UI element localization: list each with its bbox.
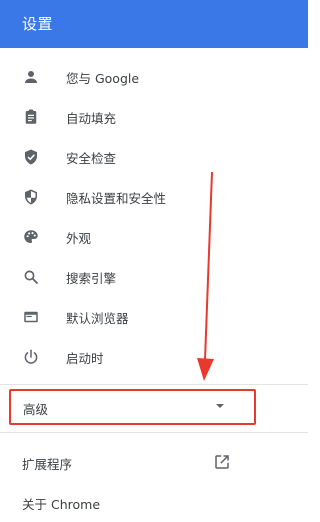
shield-half-icon [22,188,40,206]
nav-item-label: 搜索引擎 [66,271,117,286]
advanced-label: 高级 [23,402,49,417]
power-icon [22,348,40,366]
open-in-new-icon [213,453,231,471]
nav-item-you-and-google[interactable]: 您与 Google [0,57,308,97]
settings-nav: 您与 Google 自动填充 安全检查 隐私设置和安全性 外观 搜索引擎 默认浏… [0,57,308,377]
clipboard-icon [22,108,40,126]
nav-item-label: 安全检查 [66,151,117,166]
extensions-label: 扩展程序 [22,457,73,472]
person-icon [22,68,40,86]
shield-check-icon [22,148,40,166]
nav-item-safety-check[interactable]: 安全检查 [0,137,308,177]
caret-down-icon [216,404,224,408]
nav-item-label: 自动填充 [66,111,117,126]
extensions-link[interactable]: 扩展程序 [0,442,308,482]
browser-icon [22,308,40,326]
nav-item-label: 启动时 [66,351,104,366]
nav-item-default-browser[interactable]: 默认浏览器 [0,297,308,337]
nav-item-label: 默认浏览器 [66,311,129,326]
palette-icon [22,228,40,246]
advanced-section-toggle[interactable]: 高级 [9,389,256,425]
nav-item-label: 外观 [66,231,92,246]
nav-item-privacy[interactable]: 隐私设置和安全性 [0,177,308,217]
nav-item-search-engine[interactable]: 搜索引擎 [0,257,308,297]
about-chrome-link[interactable]: 关于 Chrome [0,482,308,522]
nav-item-autofill[interactable]: 自动填充 [0,97,308,137]
nav-item-label: 您与 Google [66,71,140,86]
page-title: 设置 [22,15,54,33]
divider [0,432,308,433]
search-icon [22,268,40,286]
nav-item-label: 隐私设置和安全性 [66,191,167,206]
about-chrome-label: 关于 Chrome [22,497,101,512]
settings-header: 设置 [0,0,308,48]
divider [0,384,308,385]
nav-item-appearance[interactable]: 外观 [0,217,308,257]
nav-item-on-startup[interactable]: 启动时 [0,337,308,377]
